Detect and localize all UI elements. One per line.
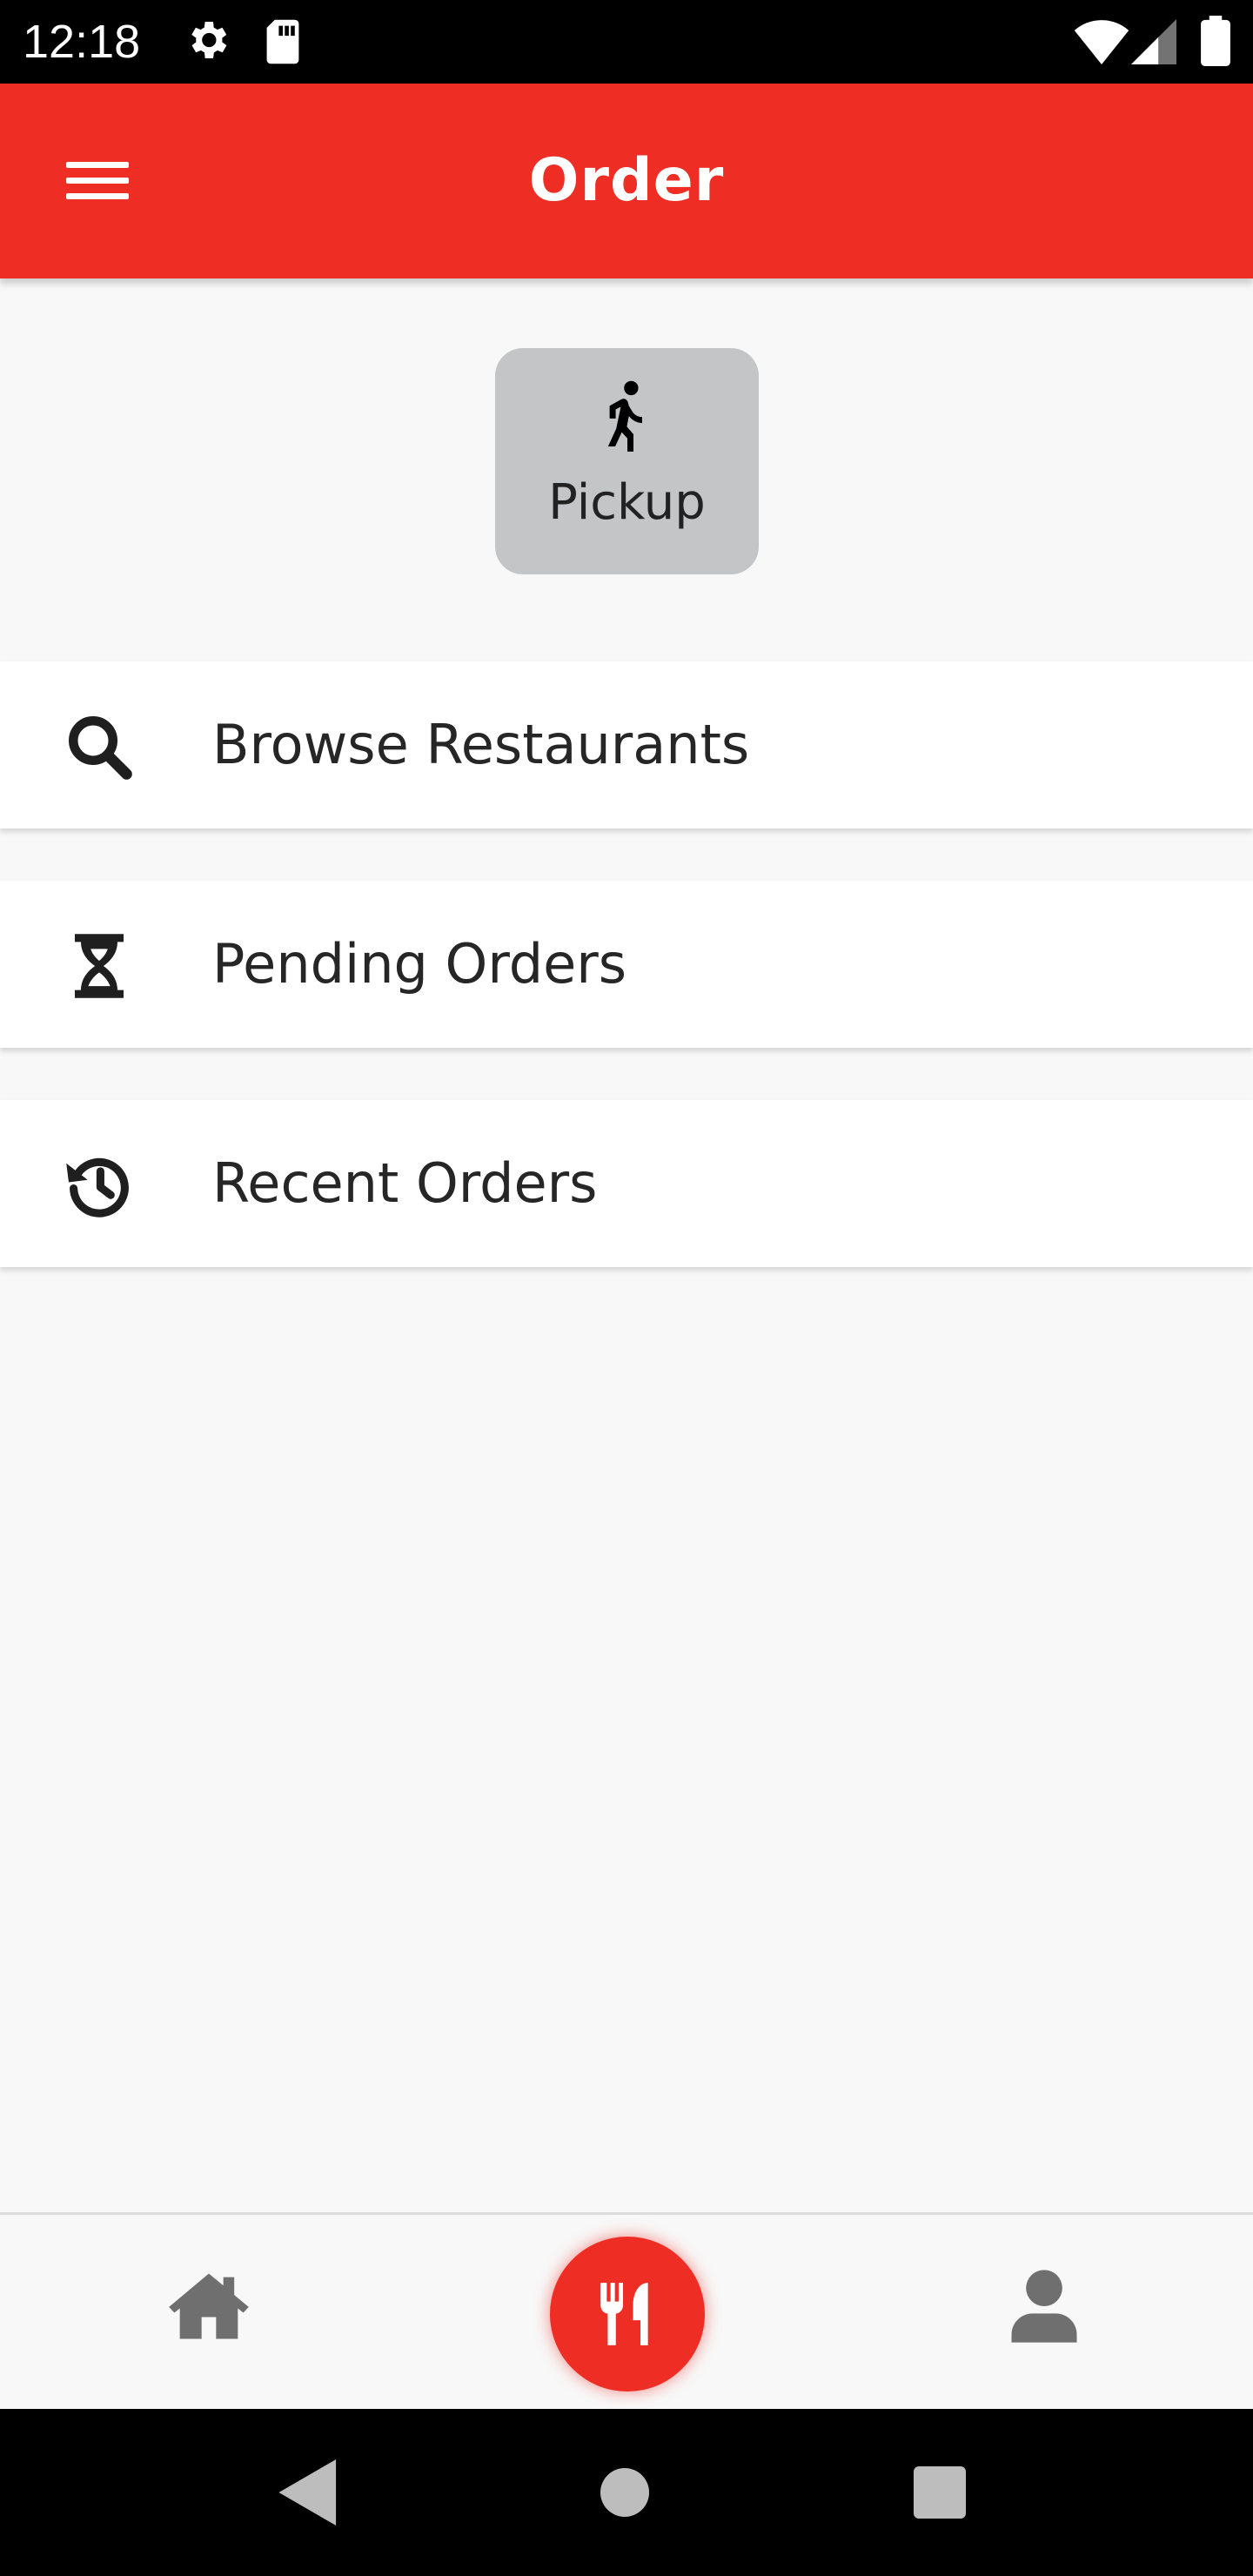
wifi-icon (1074, 20, 1129, 64)
history-icon (66, 1157, 129, 1218)
settings-icon (191, 22, 227, 58)
home-icon (169, 2273, 249, 2339)
pickup-label: Pickup (548, 474, 706, 531)
user-icon (1011, 2270, 1077, 2343)
nav-profile-button[interactable] (1001, 2263, 1088, 2350)
recents-icon[interactable] (914, 2466, 966, 2519)
browse-restaurants-row[interactable]: Browse Restaurants (0, 661, 1253, 828)
pending-orders-label: Pending Orders (212, 932, 627, 996)
sd-card-icon (266, 19, 299, 64)
home-circle-icon[interactable] (600, 2468, 649, 2517)
pending-orders-row[interactable]: Pending Orders (0, 881, 1253, 1048)
status-time: 12:18 (23, 16, 141, 68)
back-icon[interactable] (278, 2459, 339, 2526)
battery-icon (1201, 16, 1230, 66)
walking-person-icon (607, 380, 642, 452)
pickup-button[interactable]: Pickup (495, 348, 759, 574)
recent-orders-label: Recent Orders (212, 1151, 598, 1215)
nav-order-button[interactable] (550, 2237, 705, 2392)
nav-home-button[interactable] (165, 2263, 252, 2350)
utensils-icon (600, 2283, 648, 2345)
recent-orders-row[interactable]: Recent Orders (0, 1100, 1253, 1267)
browse-restaurants-label: Browse Restaurants (212, 713, 750, 776)
page-title: Order (528, 146, 725, 215)
hourglass-icon (75, 934, 124, 998)
cell-signal-icon (1131, 19, 1176, 64)
search-icon (69, 716, 132, 780)
